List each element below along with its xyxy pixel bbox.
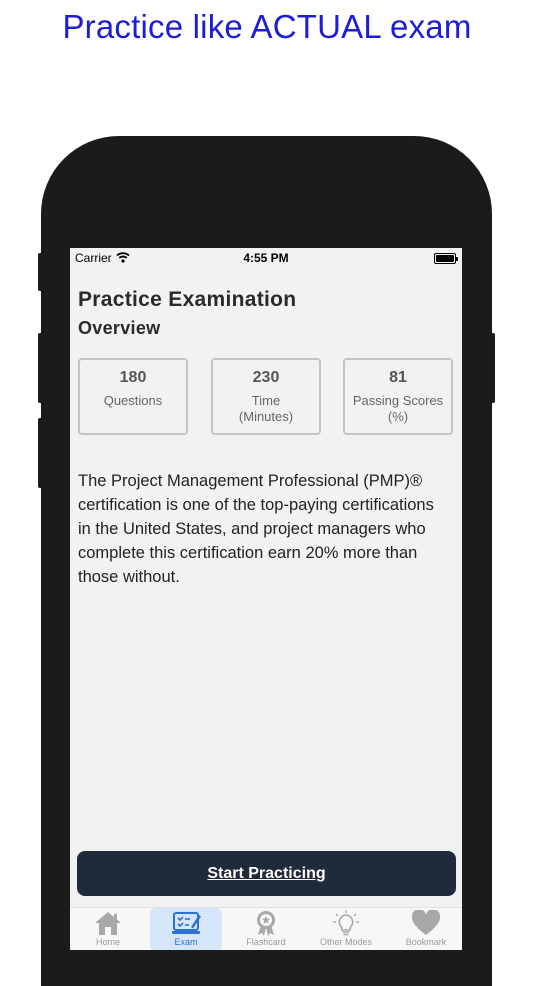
- stat-label: Time (Minutes): [238, 393, 294, 424]
- heart-icon: [411, 910, 441, 935]
- stat-label: Passing Scores (%): [352, 393, 444, 424]
- start-practicing-button[interactable]: Start Practicing: [77, 851, 456, 896]
- tab-home[interactable]: Home: [72, 908, 144, 950]
- battery-icon: [434, 253, 458, 264]
- page-title: Practice Examination: [78, 288, 297, 311]
- stat-label: Questions: [103, 393, 163, 408]
- stat-card-questions: 180 Questions: [78, 358, 188, 435]
- home-icon: [95, 912, 121, 935]
- tab-label: Home: [95, 937, 120, 947]
- tab-bookmark[interactable]: Bookmark: [390, 908, 462, 950]
- tab-flashcard[interactable]: Flashcard: [230, 908, 302, 950]
- tab-label: Exam: [174, 937, 198, 947]
- stat-value: 180: [119, 369, 147, 386]
- status-bar: Carrier 4:55 PM: [70, 248, 462, 270]
- stat-value: 230: [252, 369, 280, 386]
- clock: 4:55 PM: [243, 251, 289, 265]
- stat-value: 81: [389, 369, 407, 386]
- lightbulb-icon: [333, 910, 359, 936]
- page-subtitle: Overview: [78, 318, 161, 338]
- tab-bar: Home Exam Flashcard Other Modes Bookmark: [70, 907, 462, 950]
- stat-card-passing-score: 81 Passing Scores (%): [343, 358, 453, 435]
- award-badge-icon: [257, 911, 275, 936]
- tab-exam[interactable]: Exam: [150, 908, 222, 950]
- promo-title: Practice like ACTUAL exam: [62, 8, 472, 45]
- exam-icon: [172, 912, 201, 934]
- tab-label: Flashcard: [246, 937, 286, 947]
- tab-label: Bookmark: [405, 937, 447, 947]
- exam-description: The Project Management Professional (PMP…: [78, 472, 434, 586]
- stat-card-time: 230 Time (Minutes): [211, 358, 321, 435]
- tab-label: Other Modes: [319, 937, 373, 947]
- app-screen: Carrier 4:55 PM Practice Examination Ove…: [70, 248, 462, 950]
- tab-other-modes[interactable]: Other Modes: [310, 908, 382, 950]
